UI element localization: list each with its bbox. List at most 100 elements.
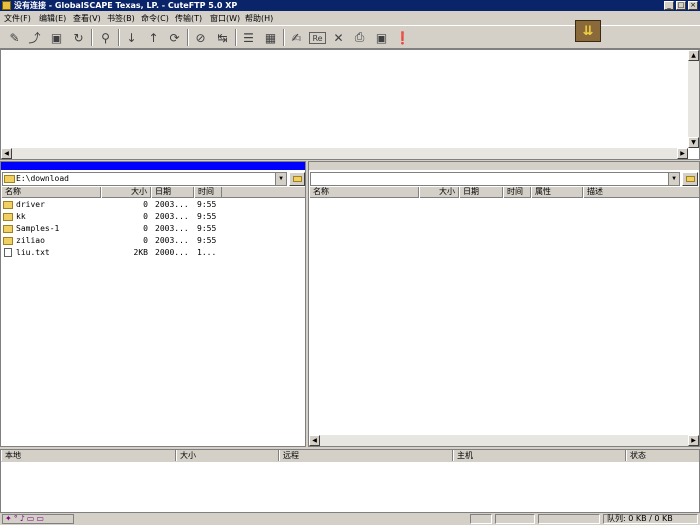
edit-icon[interactable]: ✍ [288, 29, 305, 46]
scroll-right-icon[interactable]: ▶ [688, 435, 699, 446]
menu-edit[interactable]: 编辑(E) [39, 13, 66, 24]
list-view-icon[interactable]: ☰ [240, 29, 257, 46]
column-local[interactable]: 本地 [1, 450, 176, 461]
app-icon[interactable] [2, 1, 11, 10]
menu-bookmarks[interactable]: 书签(B) [107, 13, 135, 24]
menu-transfer[interactable]: 传输(T) [175, 13, 202, 24]
maximize-button[interactable]: □ [676, 1, 686, 10]
reconnect-icon[interactable]: ↻ [70, 29, 87, 46]
scroll-up-icon[interactable]: ▲ [688, 50, 699, 61]
input-method-icon[interactable]: ✦°♪▭▭ [5, 514, 46, 523]
remote-horizontal-scrollbar[interactable]: ◀ ▶ [309, 435, 699, 446]
download-icon[interactable]: ↓ [123, 29, 140, 46]
column-size[interactable]: 大小 [176, 450, 279, 461]
list-item[interactable]: ziliao 0 2003... 9:55 [1, 235, 305, 247]
folder-icon [3, 237, 13, 245]
local-pane-active-bar [1, 162, 305, 170]
column-name[interactable]: 名称 [1, 187, 101, 198]
column-attributes[interactable]: 属性 [531, 187, 583, 198]
help-icon[interactable]: ❗ [394, 29, 411, 46]
column-description[interactable]: 描述 [583, 187, 699, 198]
queue-column-headers: 本地 大小 远程 主机 状态 [1, 450, 699, 462]
transfer-icon[interactable]: ↹ [214, 29, 231, 46]
print-icon[interactable]: ⎙ [351, 29, 368, 46]
remote-up-folder-button[interactable] [682, 172, 698, 186]
column-name[interactable]: 名称 [309, 187, 419, 198]
menu-help[interactable]: 帮助(H) [245, 13, 273, 24]
site-manager-icon[interactable]: ▣ [48, 29, 65, 46]
local-path-field[interactable]: E:\download ▼ [2, 172, 287, 186]
file-name: Samples-1 [16, 224, 60, 233]
status-bar: ✦°♪▭▭ 队列: 0 KB / 0 KB [0, 513, 700, 525]
remote-column-headers: 名称 大小 日期 时间 属性 描述 [309, 187, 699, 198]
column-time[interactable]: 时间 [503, 187, 531, 198]
list-item[interactable]: Samples-1 0 2003... 9:55 [1, 223, 305, 235]
file-time: 9:55 [197, 236, 217, 245]
file-time: 9:55 [197, 224, 217, 233]
column-time[interactable]: 时间 [194, 187, 222, 198]
file-date: 2003... [155, 212, 189, 221]
list-item[interactable]: kk 0 2003... 9:55 [1, 211, 305, 223]
column-size[interactable]: 大小 [419, 187, 459, 198]
scroll-left-icon[interactable]: ◀ [309, 435, 320, 446]
disconnect-icon[interactable]: ⤴ [26, 29, 43, 46]
minimize-button[interactable]: _ [664, 1, 674, 10]
rename-icon[interactable]: Re [309, 32, 326, 44]
column-remote[interactable]: 远程 [279, 450, 453, 461]
file-time: 1... [197, 248, 217, 257]
queue-size-text: 队列: 0 KB / 0 KB [607, 514, 673, 523]
scroll-down-icon[interactable]: ▼ [688, 137, 699, 148]
stop-icon[interactable]: ⊘ [192, 29, 209, 46]
file-time: 9:55 [197, 200, 217, 209]
menu-view[interactable]: 查看(V) [73, 13, 101, 24]
folder-icon [3, 213, 13, 221]
log-vertical-scrollbar[interactable]: ▲ ▼ [688, 50, 699, 148]
file-size: 0 [143, 212, 148, 221]
find-icon[interactable]: ⚲ [97, 29, 114, 46]
connection-log[interactable]: ▲ ▼ ◀ ▶ [0, 49, 700, 160]
remote-pane[interactable]: ▼ 名称 大小 日期 时间 属性 描述 ◀ ▶ [308, 161, 700, 447]
local-up-folder-button[interactable] [289, 172, 305, 186]
column-status[interactable]: 状态 [626, 450, 699, 461]
status-icons: ✦°♪▭▭ [2, 514, 74, 524]
remote-pane-inactive-bar [309, 162, 699, 170]
local-pane[interactable]: E:\download ▼ 名称 大小 日期 时间 driver 0 2003.… [0, 161, 306, 447]
chevron-down-icon[interactable]: ▼ [668, 173, 679, 185]
log-horizontal-scrollbar[interactable]: ◀ ▶ [1, 148, 688, 159]
close-button[interactable]: × [688, 1, 698, 10]
status-panel [495, 514, 535, 524]
snapshot-icon[interactable]: ▣ [373, 29, 390, 46]
delete-icon[interactable]: ✕ [330, 29, 347, 46]
scroll-right-icon[interactable]: ▶ [677, 148, 688, 159]
upload-icon[interactable]: ↑ [145, 29, 162, 46]
menu-window[interactable]: 窗口(W) [210, 13, 240, 24]
menu-commands[interactable]: 命令(C) [141, 13, 169, 24]
list-item[interactable]: driver 0 2003... 9:55 [1, 199, 305, 211]
local-path-text: E:\download [16, 174, 69, 183]
status-panel [470, 514, 492, 524]
list-item[interactable]: liu.txt 2KB 2000... 1... [1, 247, 305, 259]
local-file-list: driver 0 2003... 9:55 kk 0 2003... 9:55 … [1, 199, 305, 259]
toolbar-separator [118, 29, 120, 46]
refresh-icon[interactable]: ⟳ [166, 29, 183, 46]
toolbar-separator [187, 29, 189, 46]
details-view-icon[interactable]: ▦ [262, 29, 279, 46]
column-date[interactable]: 日期 [459, 187, 503, 198]
column-size[interactable]: 大小 [101, 187, 151, 198]
toolbar-separator [283, 29, 285, 46]
text-file-icon [4, 248, 12, 257]
cuteftp-logo: ⇊ [575, 20, 601, 42]
file-name: ziliao [16, 236, 45, 245]
column-host[interactable]: 主机 [453, 450, 626, 461]
chevron-down-icon[interactable]: ▼ [275, 173, 286, 185]
remote-path-field[interactable]: ▼ [310, 172, 680, 186]
folder-icon [4, 175, 15, 183]
connect-icon[interactable]: ✎ [6, 29, 23, 46]
file-size: 2KB [133, 248, 148, 257]
folder-icon [3, 201, 13, 209]
menu-file[interactable]: 文件(F) [4, 13, 31, 24]
scroll-left-icon[interactable]: ◀ [1, 148, 12, 159]
column-date[interactable]: 日期 [151, 187, 194, 198]
toolbar-separator [91, 29, 93, 46]
transfer-queue[interactable]: 本地 大小 远程 主机 状态 [0, 449, 700, 513]
